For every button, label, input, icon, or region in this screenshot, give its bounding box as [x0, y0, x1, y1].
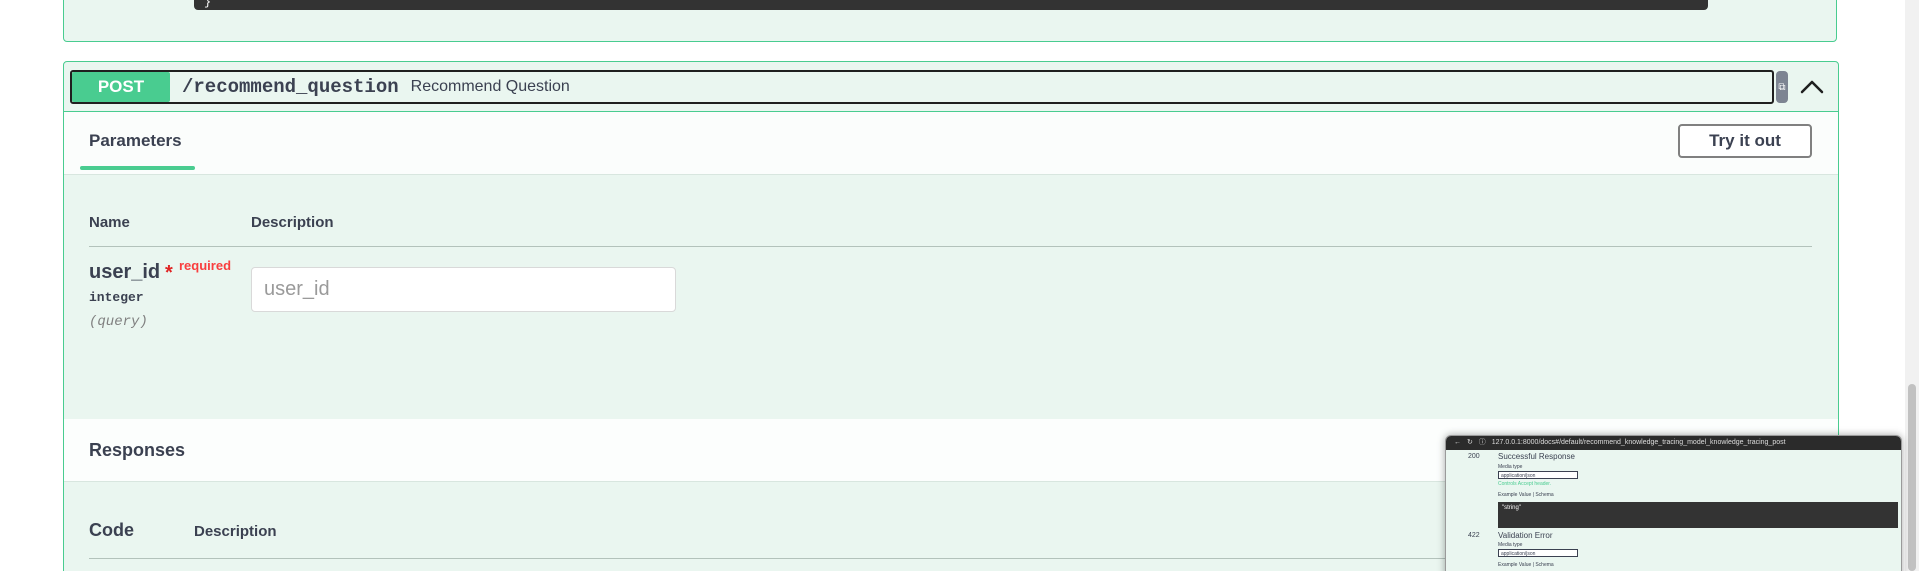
code-tail: } — [204, 0, 212, 9]
thumbnail-example-label: Example Value | Schema — [1498, 492, 1554, 498]
tab-active-indicator — [80, 166, 195, 170]
operation-description: Recommend Question — [410, 78, 570, 95]
operation-summary[interactable]: POST /recommend_question Recommend Quest… — [70, 70, 1774, 104]
thumbnail-validation-error: Validation Error — [1498, 531, 1553, 540]
chevron-up-icon — [1800, 80, 1824, 94]
user-id-input[interactable] — [251, 267, 676, 312]
parameters-tab-header: Parameters Try it out — [64, 112, 1838, 175]
reload-icon: ↻ — [1466, 439, 1473, 446]
thumbnail-browser-bar: ← ↻ ⓘ 127.0.0.1:8000/docs#/default/recom… — [1446, 436, 1901, 450]
copy-path-button[interactable]: ⧉ — [1776, 71, 1788, 103]
operation-path: /recommend_question — [182, 76, 399, 98]
info-icon: ⓘ — [1478, 439, 1486, 446]
response-code-sample: } — [194, 0, 1708, 10]
thumbnail-media-type-label-2: Media type — [1498, 542, 1523, 548]
required-label: required — [179, 258, 232, 273]
thumbnail-code-200: 200 — [1468, 453, 1480, 460]
thumbnail-example-value: "string" — [1502, 505, 1521, 511]
thumbnail-media-type-value-2: application/json — [1501, 551, 1536, 557]
page-scrollbar[interactable] — [1905, 0, 1919, 571]
thumbnail-successful-response: Successful Response — [1498, 452, 1575, 461]
scrollbar-thumb[interactable] — [1908, 384, 1916, 571]
parameter-location: (query) — [89, 314, 148, 330]
thumbnail-media-type-select-2: application/json — [1498, 549, 1578, 557]
thumbnail-media-type-value: application/json — [1501, 473, 1536, 479]
thumbnail-example-label-2: Example Value | Schema — [1498, 562, 1554, 568]
back-icon: ← — [1454, 439, 1461, 446]
thumbnail-media-type-select: application/json — [1498, 471, 1578, 479]
responses-description-header: Description — [194, 523, 277, 540]
previous-operation-block: } — [63, 0, 1837, 42]
parameters-divider — [89, 246, 1812, 247]
collapse-button[interactable] — [1792, 71, 1832, 103]
parameter-name: user_id — [89, 261, 161, 283]
try-it-out-button[interactable]: Try it out — [1678, 124, 1812, 158]
responses-title: Responses — [89, 440, 186, 460]
thumbnail-media-type-label: Media type — [1498, 464, 1523, 470]
required-star: * — [165, 262, 173, 284]
parameters-description-header: Description — [251, 214, 334, 231]
window-thumbnail-preview[interactable]: ← ↻ ⓘ 127.0.0.1:8000/docs#/default/recom… — [1445, 435, 1902, 571]
thumbnail-code-422: 422 — [1468, 532, 1480, 539]
parameter-type: integer — [89, 290, 144, 305]
thumbnail-example-code: "string" — [1498, 502, 1898, 528]
method-badge: POST — [72, 72, 170, 102]
thumbnail-url: 127.0.0.1:8000/docs#/default/recommend_k… — [1491, 439, 1786, 446]
tab-parameters[interactable]: Parameters — [89, 131, 182, 151]
thumbnail-controls-accept: Controls Accept header. — [1498, 481, 1552, 487]
copy-icon: ⧉ — [1778, 81, 1786, 93]
parameters-name-header: Name — [89, 214, 130, 231]
responses-code-header: Code — [89, 520, 134, 540]
